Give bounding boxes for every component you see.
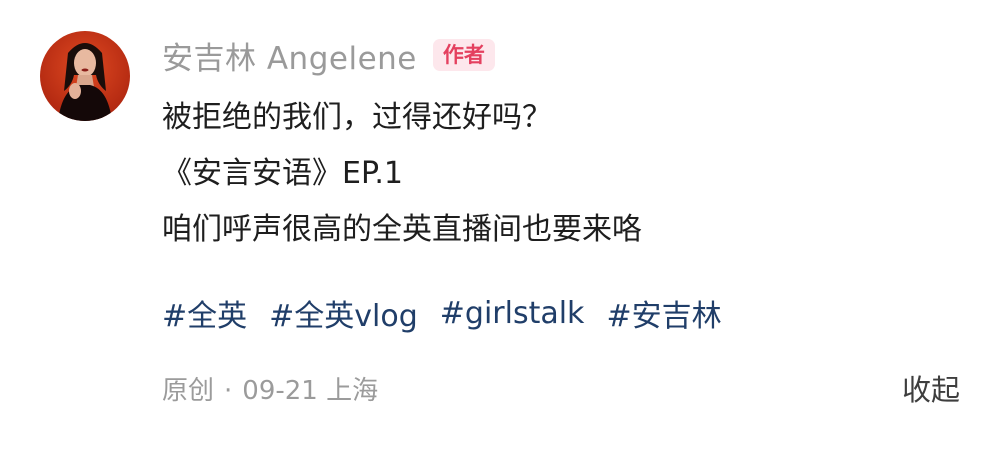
post-line-1: 被拒绝的我们，过得还好吗？ — [162, 100, 552, 135]
hashtag-link[interactable]: #全英 — [162, 291, 247, 335]
post-line-3: 咱们呼声很高的全英直播间也要来咯 — [162, 212, 642, 247]
hashtag-link[interactable]: #girlstalk — [440, 296, 585, 331]
avatar-image — [40, 31, 130, 121]
avatar[interactable] — [40, 31, 130, 121]
hashtag-link[interactable]: #全英vlog — [269, 291, 418, 335]
post-text: 被拒绝的我们，过得还好吗？ 《安言安语》EP.1 咱们呼声很高的全英直播间也要来… — [162, 90, 960, 258]
post-line-2: 《安言安语》EP.1 — [162, 156, 403, 191]
collapse-button[interactable]: 收起 — [902, 367, 960, 409]
meta-row: 原创 · 09-21 上海 收起 — [162, 364, 960, 412]
comment-card: 安吉林 Angelene 作者 被拒绝的我们，过得还好吗？ 《安言安语》EP.1… — [0, 0, 1000, 456]
meta-separator: · — [224, 375, 233, 406]
author-name[interactable]: 安吉林 Angelene — [162, 33, 417, 78]
hashtag-list: #全英 #全英vlog #girlstalk #安吉林 — [162, 288, 960, 338]
hashtag-link[interactable]: #安吉林 — [606, 291, 721, 335]
post-location: 上海 — [326, 375, 379, 406]
post-date: 09-21 — [242, 375, 318, 406]
comment-content: 安吉林 Angelene 作者 被拒绝的我们，过得还好吗？ 《安言安语》EP.1… — [162, 30, 960, 338]
post-meta: 原创 · 09-21 上海 — [162, 370, 378, 407]
post-type: 原创 — [162, 375, 215, 406]
author-badge: 作者 — [432, 39, 495, 71]
author-row: 安吉林 Angelene 作者 — [162, 30, 960, 80]
